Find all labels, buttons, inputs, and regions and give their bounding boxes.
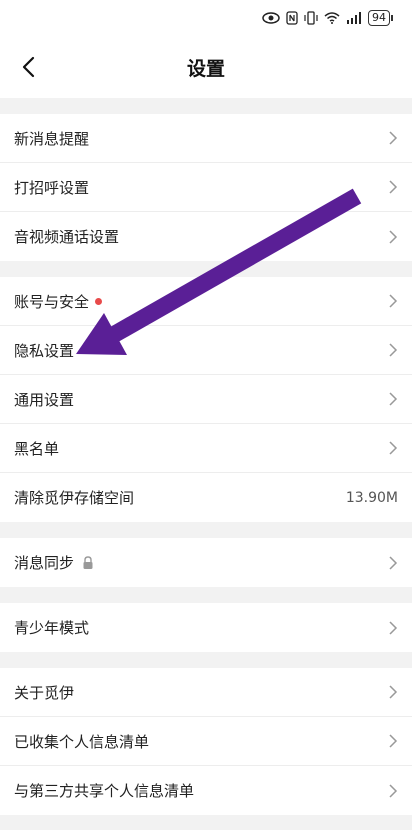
chevron-left-icon: [22, 56, 35, 78]
section-gap: [0, 261, 412, 277]
row-label: 黑名单: [14, 439, 60, 458]
privacy-settings-row[interactable]: 隐私设置: [0, 326, 412, 375]
chevron-right-icon: [389, 229, 398, 244]
row-label: 与第三方共享个人信息清单: [14, 782, 195, 800]
chevron-right-icon: [389, 441, 398, 455]
chevron-right-icon: [389, 343, 398, 357]
youth-mode-row[interactable]: 青少年模式: [0, 603, 412, 652]
row-label: 消息同步: [14, 554, 75, 572]
collected-info-row[interactable]: 已收集个人信息清单: [0, 717, 412, 766]
row-label: 账号与安全: [14, 292, 90, 311]
settings-group-about: 关于觅伊 已收集个人信息清单 与第三方共享个人信息清单: [0, 668, 412, 815]
clear-storage-row[interactable]: 清除觅伊存储空间 13.90M: [0, 473, 412, 522]
chevron-right-icon: [389, 620, 398, 635]
chevron-right-icon: [389, 685, 398, 699]
nav-bar: 设置: [0, 36, 412, 98]
section-gap: [0, 652, 412, 668]
notification-badge: [95, 297, 103, 305]
page-title: 设置: [186, 57, 225, 80]
vibrate-icon: [304, 11, 318, 25]
section-gap: [0, 98, 412, 114]
about-app-row[interactable]: 关于觅伊: [0, 668, 412, 717]
chevron-right-icon: [389, 392, 398, 406]
message-sync-row[interactable]: 消息同步: [0, 538, 412, 587]
chevron-right-icon: [389, 734, 398, 748]
row-label: 青少年模式: [14, 619, 90, 637]
settings-group-account: 账号与安全 隐私设置 通用设置 黑名单 清除觅伊存储空间 13.90M: [0, 277, 412, 522]
eye-icon: [262, 12, 280, 24]
row-label: 清除觅伊存储空间: [14, 489, 135, 507]
section-gap: [0, 522, 412, 538]
row-label: 已收集个人信息清单: [14, 732, 150, 751]
settings-group-youth: 青少年模式: [0, 603, 412, 652]
av-call-settings-row[interactable]: 音视频通话设置: [0, 212, 412, 261]
wifi-icon: [324, 12, 340, 24]
chevron-right-icon: [389, 180, 398, 194]
row-label: 新消息提醒: [14, 129, 90, 148]
settings-group-sync: 消息同步: [0, 538, 412, 587]
settings-group-notifications: 新消息提醒 打招呼设置 音视频通话设置: [0, 114, 412, 261]
chevron-right-icon: [389, 555, 398, 570]
section-gap: [0, 587, 412, 603]
chevron-right-icon: [389, 294, 398, 308]
status-bar: 94: [0, 0, 412, 36]
blacklist-row[interactable]: 黑名单: [0, 424, 412, 473]
new-message-row[interactable]: 新消息提醒: [0, 114, 412, 163]
row-label: 隐私设置: [14, 341, 75, 360]
row-label: 打招呼设置: [14, 178, 90, 197]
nfc-icon: [286, 11, 298, 25]
battery-indicator: 94: [368, 10, 393, 26]
signal-icon: [346, 12, 362, 24]
row-label: 关于觅伊: [14, 683, 75, 702]
row-label: 音视频通话设置: [14, 228, 120, 246]
storage-size-value: 13.90M: [345, 489, 398, 506]
greeting-settings-row[interactable]: 打招呼设置: [0, 163, 412, 212]
chevron-right-icon: [389, 783, 398, 798]
general-settings-row[interactable]: 通用设置: [0, 375, 412, 424]
account-security-row[interactable]: 账号与安全: [0, 277, 412, 326]
chevron-right-icon: [389, 131, 398, 145]
lock-icon: [82, 555, 94, 570]
third-party-info-row[interactable]: 与第三方共享个人信息清单: [0, 766, 412, 815]
back-button[interactable]: [14, 53, 42, 81]
row-label: 通用设置: [14, 390, 75, 409]
